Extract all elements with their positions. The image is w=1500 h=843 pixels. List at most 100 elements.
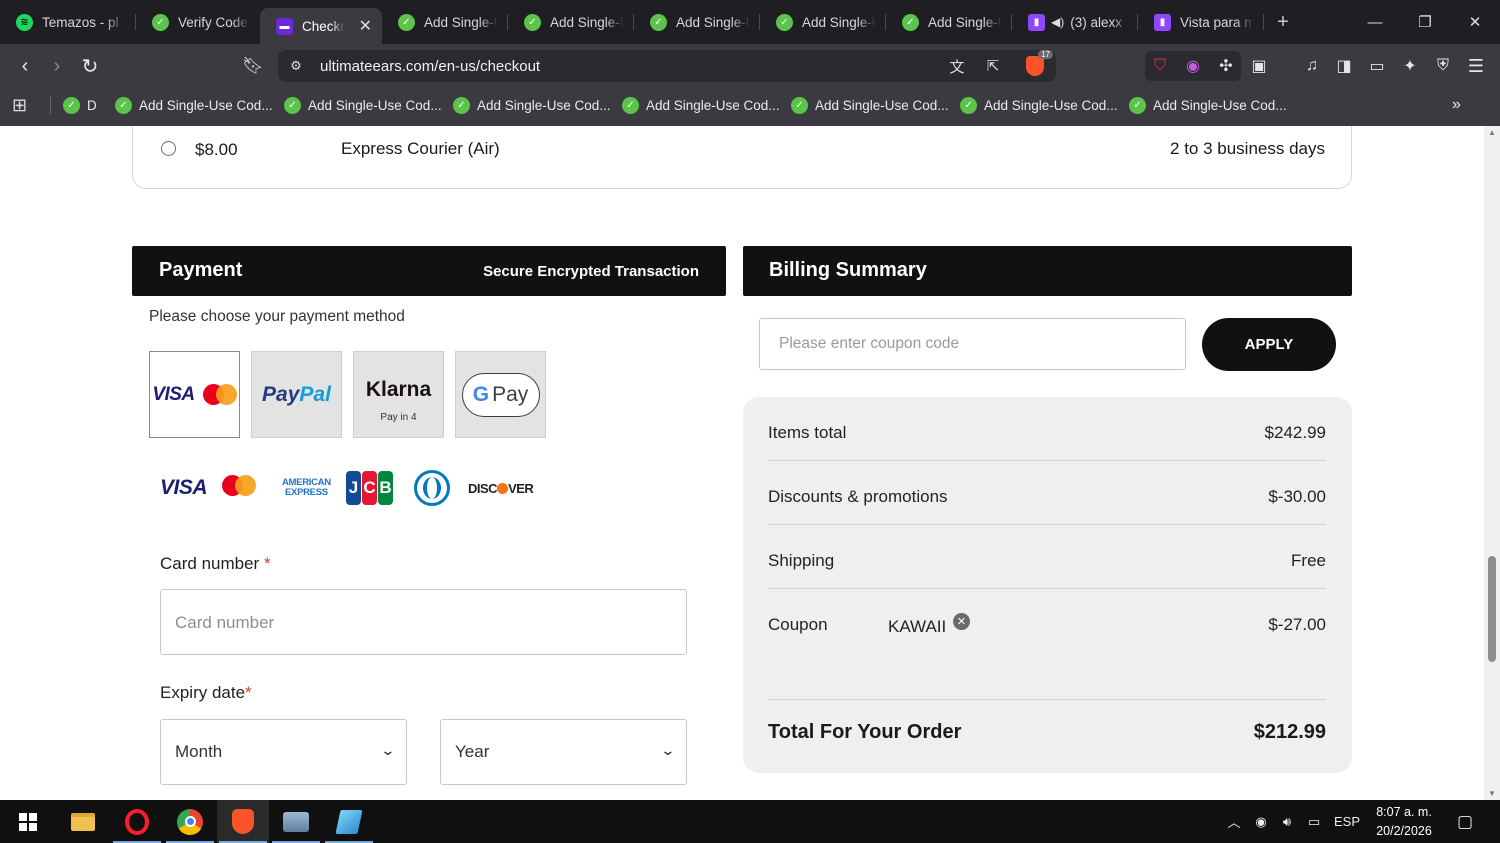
opera-icon [125, 808, 149, 835]
leo-ai-icon[interactable]: ✦ [1394, 44, 1426, 88]
klarna-payment-option[interactable]: Klarna Pay in 4 [353, 351, 444, 438]
discord-icon[interactable]: ◉ [1249, 800, 1273, 843]
check-icon: ✓ [115, 96, 132, 114]
tab-spotify[interactable]: ≋ Temazos - pl [0, 6, 136, 38]
scroll-down-icon[interactable]: ▼ [1484, 789, 1500, 798]
tab-add-single-use[interactable]: ✓ Add Single-U [382, 6, 508, 38]
folder-icon [71, 812, 95, 831]
bookmark-item[interactable]: ✓ Add Single-Use Cod... [1129, 88, 1287, 122]
tab-add-single-use[interactable]: ✓ Add Single-U [508, 6, 634, 38]
mastercard-icon [222, 475, 264, 501]
clock[interactable]: 8:07 a. m. 20/2/2026 [1372, 803, 1436, 841]
extension-icon[interactable]: ◉ [1177, 44, 1209, 88]
brave-button[interactable] [217, 800, 269, 843]
bookmark-item[interactable]: ✓ Add Single-Use Cod... [622, 88, 780, 122]
twitch-icon: ▮ [1028, 13, 1045, 31]
language-indicator[interactable]: ESP [1330, 800, 1364, 843]
tab-verify-codes[interactable]: ✓ Verify Codes [136, 6, 260, 38]
app-button[interactable] [270, 800, 322, 843]
tab-twitch-vista[interactable]: ▮ Vista para m [1138, 6, 1264, 38]
more-bookmarks-icon[interactable]: » [1452, 88, 1461, 122]
bookmark-icon[interactable]: 🔖︎ [237, 44, 269, 88]
twitch-icon: ▮ [1154, 13, 1171, 31]
card-number-input[interactable]: Card number [160, 589, 687, 655]
brave-icon [232, 809, 254, 834]
shipping-radio[interactable] [161, 141, 176, 156]
amex-icon: AMERICAN EXPRESS [282, 477, 331, 498]
tab-search-icon[interactable]: ▣ [1243, 44, 1275, 88]
speaker-icon[interactable]: ◀) [1051, 15, 1064, 29]
shipping-option[interactable]: $8.00 Express Courier (Air) 2 to 3 busin… [132, 126, 1352, 189]
check-icon: ✓ [791, 96, 808, 114]
puzzle-icon[interactable]: ✣ [1210, 44, 1242, 88]
media-icon[interactable]: ♫ [1296, 44, 1328, 88]
menu-icon[interactable]: ☰ [1460, 44, 1492, 88]
shipping-eta: 2 to 3 business days [1170, 139, 1325, 158]
apps-grid-icon[interactable]: ⊞ [12, 88, 27, 122]
bookmark-item[interactable]: ✓ Add Single-Use Cod... [791, 88, 949, 122]
chrome-button[interactable] [164, 800, 216, 843]
bookmark-item[interactable]: ✓ Add Single-Use Cod... [960, 88, 1118, 122]
shield-count-badge: 17 [1038, 50, 1053, 59]
show-hidden-icons[interactable]: ︿ [1222, 800, 1246, 843]
vpn-icon[interactable]: ⛨ [1427, 44, 1459, 88]
minimize-button[interactable]: — [1350, 0, 1400, 44]
site-settings-icon[interactable]: ⚙ [282, 50, 310, 82]
tab-add-single-use[interactable]: ✓ Add Single-U [634, 6, 760, 38]
translate-icon[interactable]: 文 [943, 50, 971, 82]
visa-icon: VISA [160, 476, 208, 499]
close-tab-icon[interactable]: ✕ [359, 16, 372, 36]
forward-button[interactable]: › [41, 44, 73, 88]
file-explorer-button[interactable] [57, 800, 109, 843]
accepted-cards: VISA AMERICAN EXPRESS JCB DISC VER [158, 468, 538, 508]
notifications-icon[interactable]: ▢ [1450, 800, 1480, 843]
coupon-code-input[interactable]: Please enter coupon code [759, 318, 1186, 370]
payment-title: Payment [159, 259, 243, 281]
expiry-year-select[interactable]: Year ⌄ [440, 719, 687, 785]
check-icon: ✓ [453, 96, 470, 114]
bookmark-item[interactable]: ✓ Add Single-Use Cod... [453, 88, 611, 122]
start-button[interactable] [2, 800, 54, 843]
paypal-payment-option[interactable]: PayPal [251, 351, 342, 438]
chevron-down-icon: ⌄ [660, 742, 676, 758]
close-window-button[interactable]: ✕ [1450, 0, 1500, 44]
tab-add-single-use[interactable]: ✓ Add Single-U [760, 6, 886, 38]
bookmark-item[interactable]: ✓ D [63, 88, 97, 122]
scrollbar-thumb[interactable] [1488, 556, 1496, 662]
bookmark-item[interactable]: ✓ Add Single-Use Cod... [284, 88, 442, 122]
url-text[interactable]: ultimateears.com/en-us/checkout [320, 58, 540, 75]
app-icon [283, 811, 309, 832]
bookmark-item[interactable]: ✓ Add Single-Use Cod... [115, 88, 273, 122]
check-icon: ✓ [152, 13, 169, 31]
share-icon[interactable]: ⇱ [979, 50, 1007, 82]
tab-twitch-alexx[interactable]: ▮ ◀) (3) alexx [1012, 6, 1138, 38]
address-bar[interactable]: ⚙ ultimateears.com/en-us/checkout 文 ⇱ 17 [278, 50, 1056, 82]
check-icon: ✓ [1129, 96, 1146, 114]
sidebar-icon[interactable]: ◨ [1328, 44, 1360, 88]
ublock-icon[interactable]: ⛉ [1144, 44, 1176, 88]
wallet-icon[interactable]: ▭ [1361, 44, 1393, 88]
reload-button[interactable]: ↻ [74, 44, 106, 88]
new-tab-button[interactable]: + [1264, 11, 1302, 34]
card-number-label: Card number * [160, 554, 271, 573]
volume-icon[interactable]: 🔊︎ [1275, 800, 1299, 843]
opera-button[interactable] [111, 800, 163, 843]
expiry-month-select[interactable]: Month ⌄ [160, 719, 407, 785]
summary-row-shipping: Shipping Free [768, 525, 1326, 589]
google-pay-option[interactable]: G Pay [455, 351, 546, 438]
restore-button[interactable]: ❐ [1400, 0, 1450, 44]
page-scrollbar[interactable]: ▲ ▼ [1484, 126, 1500, 800]
app-button[interactable] [323, 800, 375, 843]
tab-checkout[interactable]: ▬ Checkout ✕ [260, 8, 382, 44]
network-icon[interactable]: ▭ [1301, 800, 1327, 843]
scroll-up-icon[interactable]: ▲ [1484, 128, 1500, 137]
brave-shields-icon[interactable]: 17 [1021, 50, 1053, 82]
tab-add-single-use[interactable]: ✓ Add Single-U [886, 6, 1012, 38]
summary-row-coupon: Coupon KAWAII ✕ $-27.00 [768, 589, 1326, 700]
remove-coupon-icon[interactable]: ✕ [953, 613, 970, 630]
apply-coupon-button[interactable]: APPLY [1202, 318, 1336, 371]
back-button[interactable]: ‹ [9, 44, 41, 88]
order-summary: Items total $242.99 Discounts & promotio… [743, 397, 1352, 773]
visa-logo: VISA [152, 383, 195, 405]
card-payment-option[interactable]: VISA [149, 351, 240, 438]
